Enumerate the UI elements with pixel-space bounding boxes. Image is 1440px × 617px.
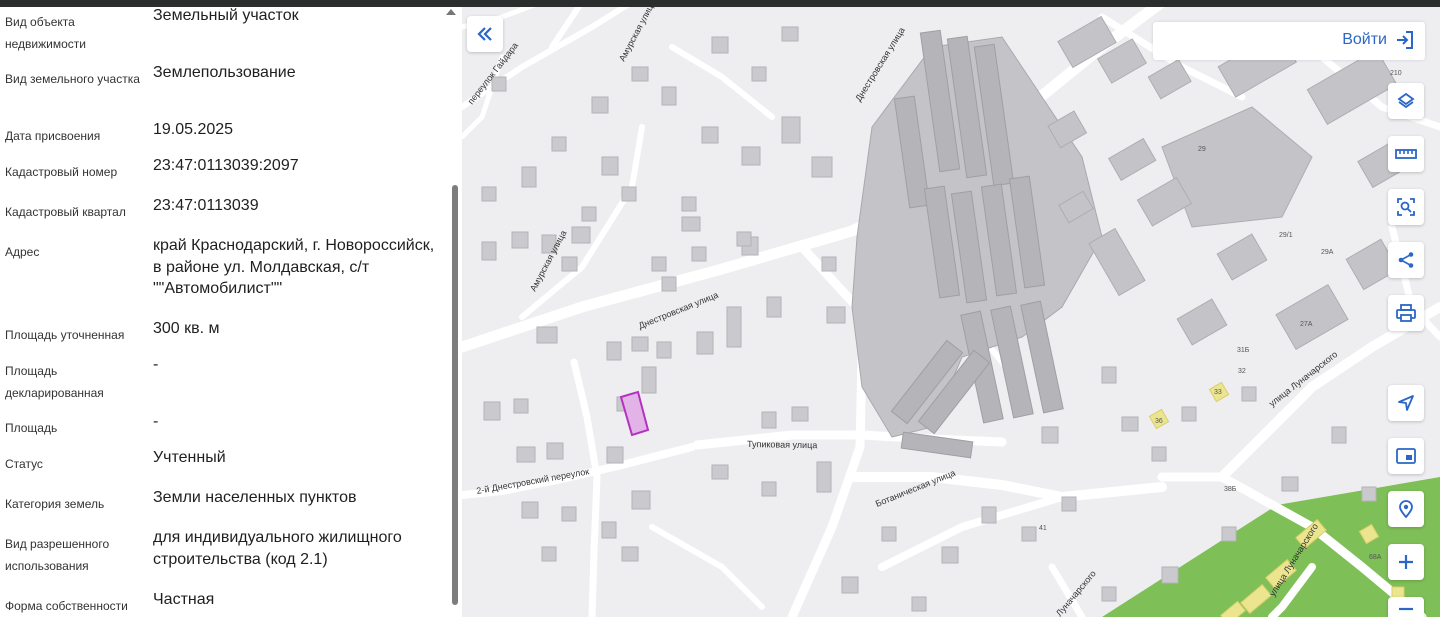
info-label: Вид земельного участка — [5, 72, 140, 86]
search-header-bar: Войти — [1153, 22, 1425, 60]
select-area-icon — [1397, 198, 1415, 216]
house-number: 41 — [1039, 525, 1047, 532]
info-value: Землепользование — [153, 64, 296, 81]
house-number: 33 — [1214, 389, 1222, 396]
info-label: Вид объекта недвижимости — [5, 15, 86, 51]
selected-parcel — [619, 390, 650, 437]
house-number: 36 — [1155, 418, 1163, 425]
print-button[interactable] — [1388, 295, 1424, 331]
minimap-button[interactable] — [1388, 438, 1424, 474]
ruler-icon — [1395, 149, 1417, 159]
house-number: 29 — [1198, 146, 1206, 153]
house-number: 68А — [1369, 554, 1382, 561]
info-value: Земли населенных пунктов — [153, 489, 357, 506]
login-icon — [1397, 31, 1413, 49]
info-label: Вид разрешенного использования — [5, 537, 110, 573]
info-label: Кадастровый номер — [5, 165, 118, 179]
locate-button[interactable] — [1388, 385, 1424, 421]
buildings-right — [1047, 15, 1417, 351]
street-label: Тупиковая улица — [747, 439, 817, 450]
ruler-button[interactable] — [1388, 136, 1424, 172]
collapse-panel-button[interactable] — [467, 16, 503, 52]
house-number: 29/1 — [1279, 232, 1293, 239]
share-icon — [1398, 252, 1414, 268]
info-value: Земельный участок — [153, 7, 299, 24]
house-number: 38Б — [1224, 486, 1237, 493]
minimap-icon — [1396, 448, 1416, 464]
zoom-in-button[interactable] — [1388, 544, 1424, 580]
house-number: 27А — [1300, 321, 1313, 328]
info-value: 300 кв. м — [153, 320, 220, 337]
share-button[interactable] — [1388, 242, 1424, 278]
info-value: - — [153, 356, 159, 373]
scroll-up-arrow-icon[interactable] — [446, 9, 456, 15]
info-value: край Краснодарский, г. Новороссийск, в р… — [153, 237, 435, 297]
info-label: Форма собственности — [5, 599, 128, 613]
print-icon — [1396, 304, 1416, 322]
house-number: 210 — [1390, 70, 1402, 77]
double-chevron-left-icon — [477, 27, 492, 41]
info-label: Статус — [5, 457, 43, 471]
zoom-in-icon — [1399, 555, 1413, 569]
info-label: Кадастровый квартал — [5, 205, 126, 219]
info-label: Площадь уточненная — [5, 328, 125, 342]
info-value: Учтенный — [153, 449, 226, 466]
house-number: 31Б — [1237, 347, 1250, 354]
info-label: Площадь — [5, 421, 58, 435]
layers-button[interactable] — [1388, 83, 1424, 119]
locate-icon — [1398, 395, 1414, 411]
info-value: 19.05.2025 — [153, 121, 234, 138]
layers-icon — [1397, 92, 1415, 109]
info-label: Категория земель — [5, 497, 105, 511]
info-value: Частная — [153, 591, 215, 608]
street-label: Днестровская улица — [637, 290, 720, 331]
object-info-panel: Вид объекта недвижимости Земельный участ… — [0, 7, 462, 617]
info-value[interactable]: 23:47:0113039:2097 — [153, 155, 443, 177]
info-label: Дата присвоения — [5, 129, 101, 143]
zoom-out-button[interactable] — [1388, 597, 1424, 617]
house-number: 32 — [1238, 368, 1246, 375]
pin-search-icon — [1399, 500, 1413, 518]
select-area-button[interactable] — [1388, 189, 1424, 225]
info-label: Площадь декларированная — [5, 364, 104, 400]
login-button[interactable]: Войти — [1342, 30, 1415, 50]
scrollbar-thumb[interactable] — [452, 185, 458, 605]
street-label: Амурская улица — [617, 7, 657, 63]
info-label: Адрес — [5, 245, 40, 259]
top-bar — [0, 0, 1440, 7]
info-value[interactable]: 23:47:0113039 — [153, 195, 443, 217]
info-value: для индивидуального жилищного строительс… — [153, 529, 402, 568]
pin-search-button[interactable] — [1388, 491, 1424, 527]
zoom-out-icon — [1399, 607, 1413, 611]
map-canvas[interactable]: переулок Гайдара Амурская улица Амурская… — [462, 7, 1440, 617]
info-value: - — [153, 413, 159, 430]
login-label: Войти — [1342, 31, 1387, 48]
house-number: 29А — [1321, 249, 1334, 256]
street-label: 2-й Днестровский переулок — [476, 466, 590, 496]
map-view[interactable]: переулок Гайдара Амурская улица Амурская… — [462, 7, 1440, 617]
